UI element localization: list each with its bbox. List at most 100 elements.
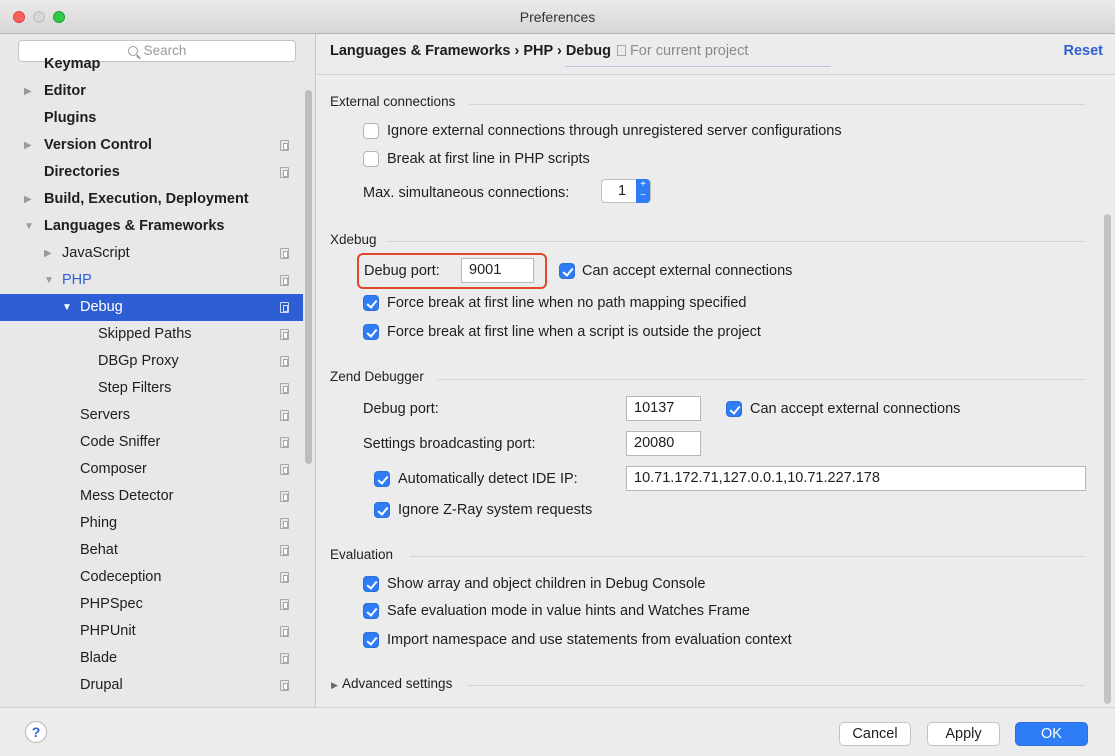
detect-ide-ip-checkbox[interactable] bbox=[374, 471, 390, 487]
broadcast-port-input[interactable]: 20080 bbox=[626, 431, 701, 456]
project-scope-icon bbox=[280, 680, 289, 691]
advanced-settings-toggle[interactable]: Advanced settings bbox=[342, 676, 452, 691]
xdebug-accept-external-checkbox[interactable] bbox=[559, 263, 575, 279]
sidebar-item[interactable]: Behat bbox=[0, 537, 303, 564]
collapsed-arrow-icon[interactable]: ▶ bbox=[44, 240, 52, 267]
ignore-external-checkbox[interactable] bbox=[363, 123, 379, 139]
expanded-arrow-icon[interactable]: ▼ bbox=[24, 213, 34, 240]
project-scope-icon bbox=[280, 248, 289, 259]
sidebar-item-label: Composer bbox=[80, 461, 147, 477]
sidebar-scrollbar[interactable] bbox=[305, 90, 312, 464]
sidebar-item[interactable]: Servers bbox=[0, 402, 303, 429]
force-break-no-mapping-checkbox[interactable] bbox=[363, 295, 379, 311]
panel-scrollbar[interactable] bbox=[1104, 214, 1111, 704]
sidebar-item-label: PHPUnit bbox=[80, 623, 136, 639]
sidebar-item[interactable]: DBGp Proxy bbox=[0, 348, 303, 375]
sidebar-item-label: Build, Execution, Deployment bbox=[44, 191, 249, 207]
sidebar-item[interactable]: Keymap bbox=[0, 51, 303, 78]
breadcrumb: Languages & Frameworks › PHP › Debug For … bbox=[330, 43, 748, 59]
sidebar-item[interactable]: ▶ Build, Execution, Deployment bbox=[0, 186, 303, 213]
import-namespace-checkbox[interactable] bbox=[363, 632, 379, 648]
xdebug-title: Xdebug bbox=[330, 232, 377, 247]
expanded-arrow-icon[interactable]: ▼ bbox=[44, 267, 54, 294]
ide-ip-input[interactable]: 10.71.172.71,127.0.0.1,10.71.227.178 bbox=[626, 466, 1086, 491]
sidebar-item[interactable]: Plugins bbox=[0, 105, 303, 132]
safe-evaluation-label: Safe evaluation mode in value hints and … bbox=[387, 603, 750, 619]
sidebar-item-label: Debug bbox=[80, 299, 123, 315]
ignore-zray-checkbox[interactable] bbox=[374, 502, 390, 518]
zend-accept-external-checkbox[interactable] bbox=[726, 401, 742, 417]
settings-sidebar: Search Keymap ▶ Editor Plugins ▶ Version Cont… bbox=[0, 34, 316, 707]
preferences-window: Preferences Search Keymap ▶ Editor Plugins ▶… bbox=[0, 0, 1115, 756]
xdebug-port-input[interactable]: 9001 bbox=[461, 258, 534, 283]
sidebar-item[interactable]: Composer bbox=[0, 456, 303, 483]
expanded-arrow-icon[interactable]: ▼ bbox=[62, 294, 72, 321]
collapsed-arrow-icon[interactable]: ▶ bbox=[24, 186, 32, 213]
sidebar-item-label: Plugins bbox=[44, 110, 97, 126]
sidebar-item[interactable]: PHPSpec bbox=[0, 591, 303, 618]
xdebug-accept-external-label: Can accept external connections bbox=[582, 263, 793, 279]
sidebar-item[interactable]: ▶ JavaScript bbox=[0, 240, 303, 267]
sidebar-item-label: Servers bbox=[80, 407, 130, 423]
import-namespace-label: Import namespace and use statements from… bbox=[387, 632, 792, 648]
sidebar-item-label: Mess Detector bbox=[80, 488, 174, 504]
scope-label: For current project bbox=[629, 43, 749, 59]
safe-evaluation-checkbox[interactable] bbox=[363, 603, 379, 619]
sidebar-item[interactable]: ▶ Version Control bbox=[0, 132, 303, 159]
sidebar-item[interactable]: ▼ Debug bbox=[0, 294, 303, 321]
evaluation-title: Evaluation bbox=[330, 547, 394, 562]
sidebar-item[interactable]: Step Filters bbox=[0, 375, 303, 402]
scope-hint: For current project bbox=[616, 43, 749, 59]
collapsed-arrow-icon[interactable]: ▶ bbox=[24, 78, 32, 105]
sidebar-item[interactable]: ▶ Editor bbox=[0, 78, 303, 105]
sidebar-item[interactable]: ▼ Languages & Frameworks bbox=[0, 213, 303, 240]
collapsed-arrow-icon[interactable]: ▶ bbox=[24, 132, 32, 159]
cancel-button[interactable]: Cancel bbox=[839, 722, 911, 746]
sidebar-item[interactable]: Skipped Paths bbox=[0, 321, 303, 348]
sidebar-item[interactable]: Codeception bbox=[0, 564, 303, 591]
sidebar-item[interactable]: Phing bbox=[0, 510, 303, 537]
project-scope-icon bbox=[280, 437, 289, 448]
external-connections-title: External connections bbox=[330, 94, 456, 109]
show-children-label: Show array and object children in Debug … bbox=[387, 576, 706, 592]
section-divider bbox=[387, 241, 1085, 242]
sidebar-item-label: Phing bbox=[80, 515, 118, 531]
title-bar: Preferences bbox=[0, 0, 1115, 34]
expand-arrow-icon[interactable]: ▶ bbox=[331, 680, 338, 691]
sidebar-item-label: DBGp Proxy bbox=[98, 353, 179, 369]
ok-button[interactable]: OK bbox=[1015, 722, 1088, 746]
project-scope-icon bbox=[280, 518, 289, 529]
sidebar-item[interactable]: ▼ PHP bbox=[0, 267, 303, 294]
show-children-checkbox[interactable] bbox=[363, 576, 379, 592]
sidebar-item[interactable]: Drupal bbox=[0, 672, 303, 699]
max-connections-spinner[interactable]: 1 + − bbox=[601, 179, 651, 203]
sidebar-item[interactable]: PHPUnit bbox=[0, 618, 303, 645]
project-scope-icon bbox=[280, 329, 289, 340]
project-scope-icon bbox=[616, 45, 626, 56]
apply-button[interactable]: Apply bbox=[927, 722, 1000, 746]
project-scope-icon bbox=[280, 464, 289, 475]
project-scope-icon bbox=[280, 626, 289, 637]
max-connections-value: 1 bbox=[618, 183, 627, 199]
project-scope-icon bbox=[280, 383, 289, 394]
break-first-line-checkbox[interactable] bbox=[363, 151, 379, 167]
help-button[interactable]: ? bbox=[25, 721, 47, 743]
sidebar-item[interactable]: Code Sniffer bbox=[0, 429, 303, 456]
stepper-icon[interactable]: + − bbox=[636, 179, 650, 203]
sidebar-item[interactable]: Directories bbox=[0, 159, 303, 186]
project-scope-icon bbox=[280, 653, 289, 664]
section-divider bbox=[467, 685, 1085, 686]
sidebar-item[interactable]: Blade bbox=[0, 645, 303, 672]
reset-link[interactable]: Reset bbox=[1064, 43, 1104, 59]
project-scope-icon bbox=[280, 599, 289, 610]
xdebug-port-label: Debug port: bbox=[364, 263, 440, 279]
sidebar-item-label: Codeception bbox=[80, 569, 162, 585]
project-scope-icon bbox=[280, 140, 289, 151]
sidebar-item-label: Version Control bbox=[44, 137, 152, 153]
sidebar-item-label: PHPSpec bbox=[80, 596, 143, 612]
sidebar-item[interactable]: Mess Detector bbox=[0, 483, 303, 510]
dialog-footer: ? Cancel Apply OK bbox=[0, 707, 1115, 756]
zend-port-input[interactable]: 10137 bbox=[626, 396, 701, 421]
broadcast-port-label: Settings broadcasting port: bbox=[363, 436, 536, 452]
force-break-outside-checkbox[interactable] bbox=[363, 324, 379, 340]
